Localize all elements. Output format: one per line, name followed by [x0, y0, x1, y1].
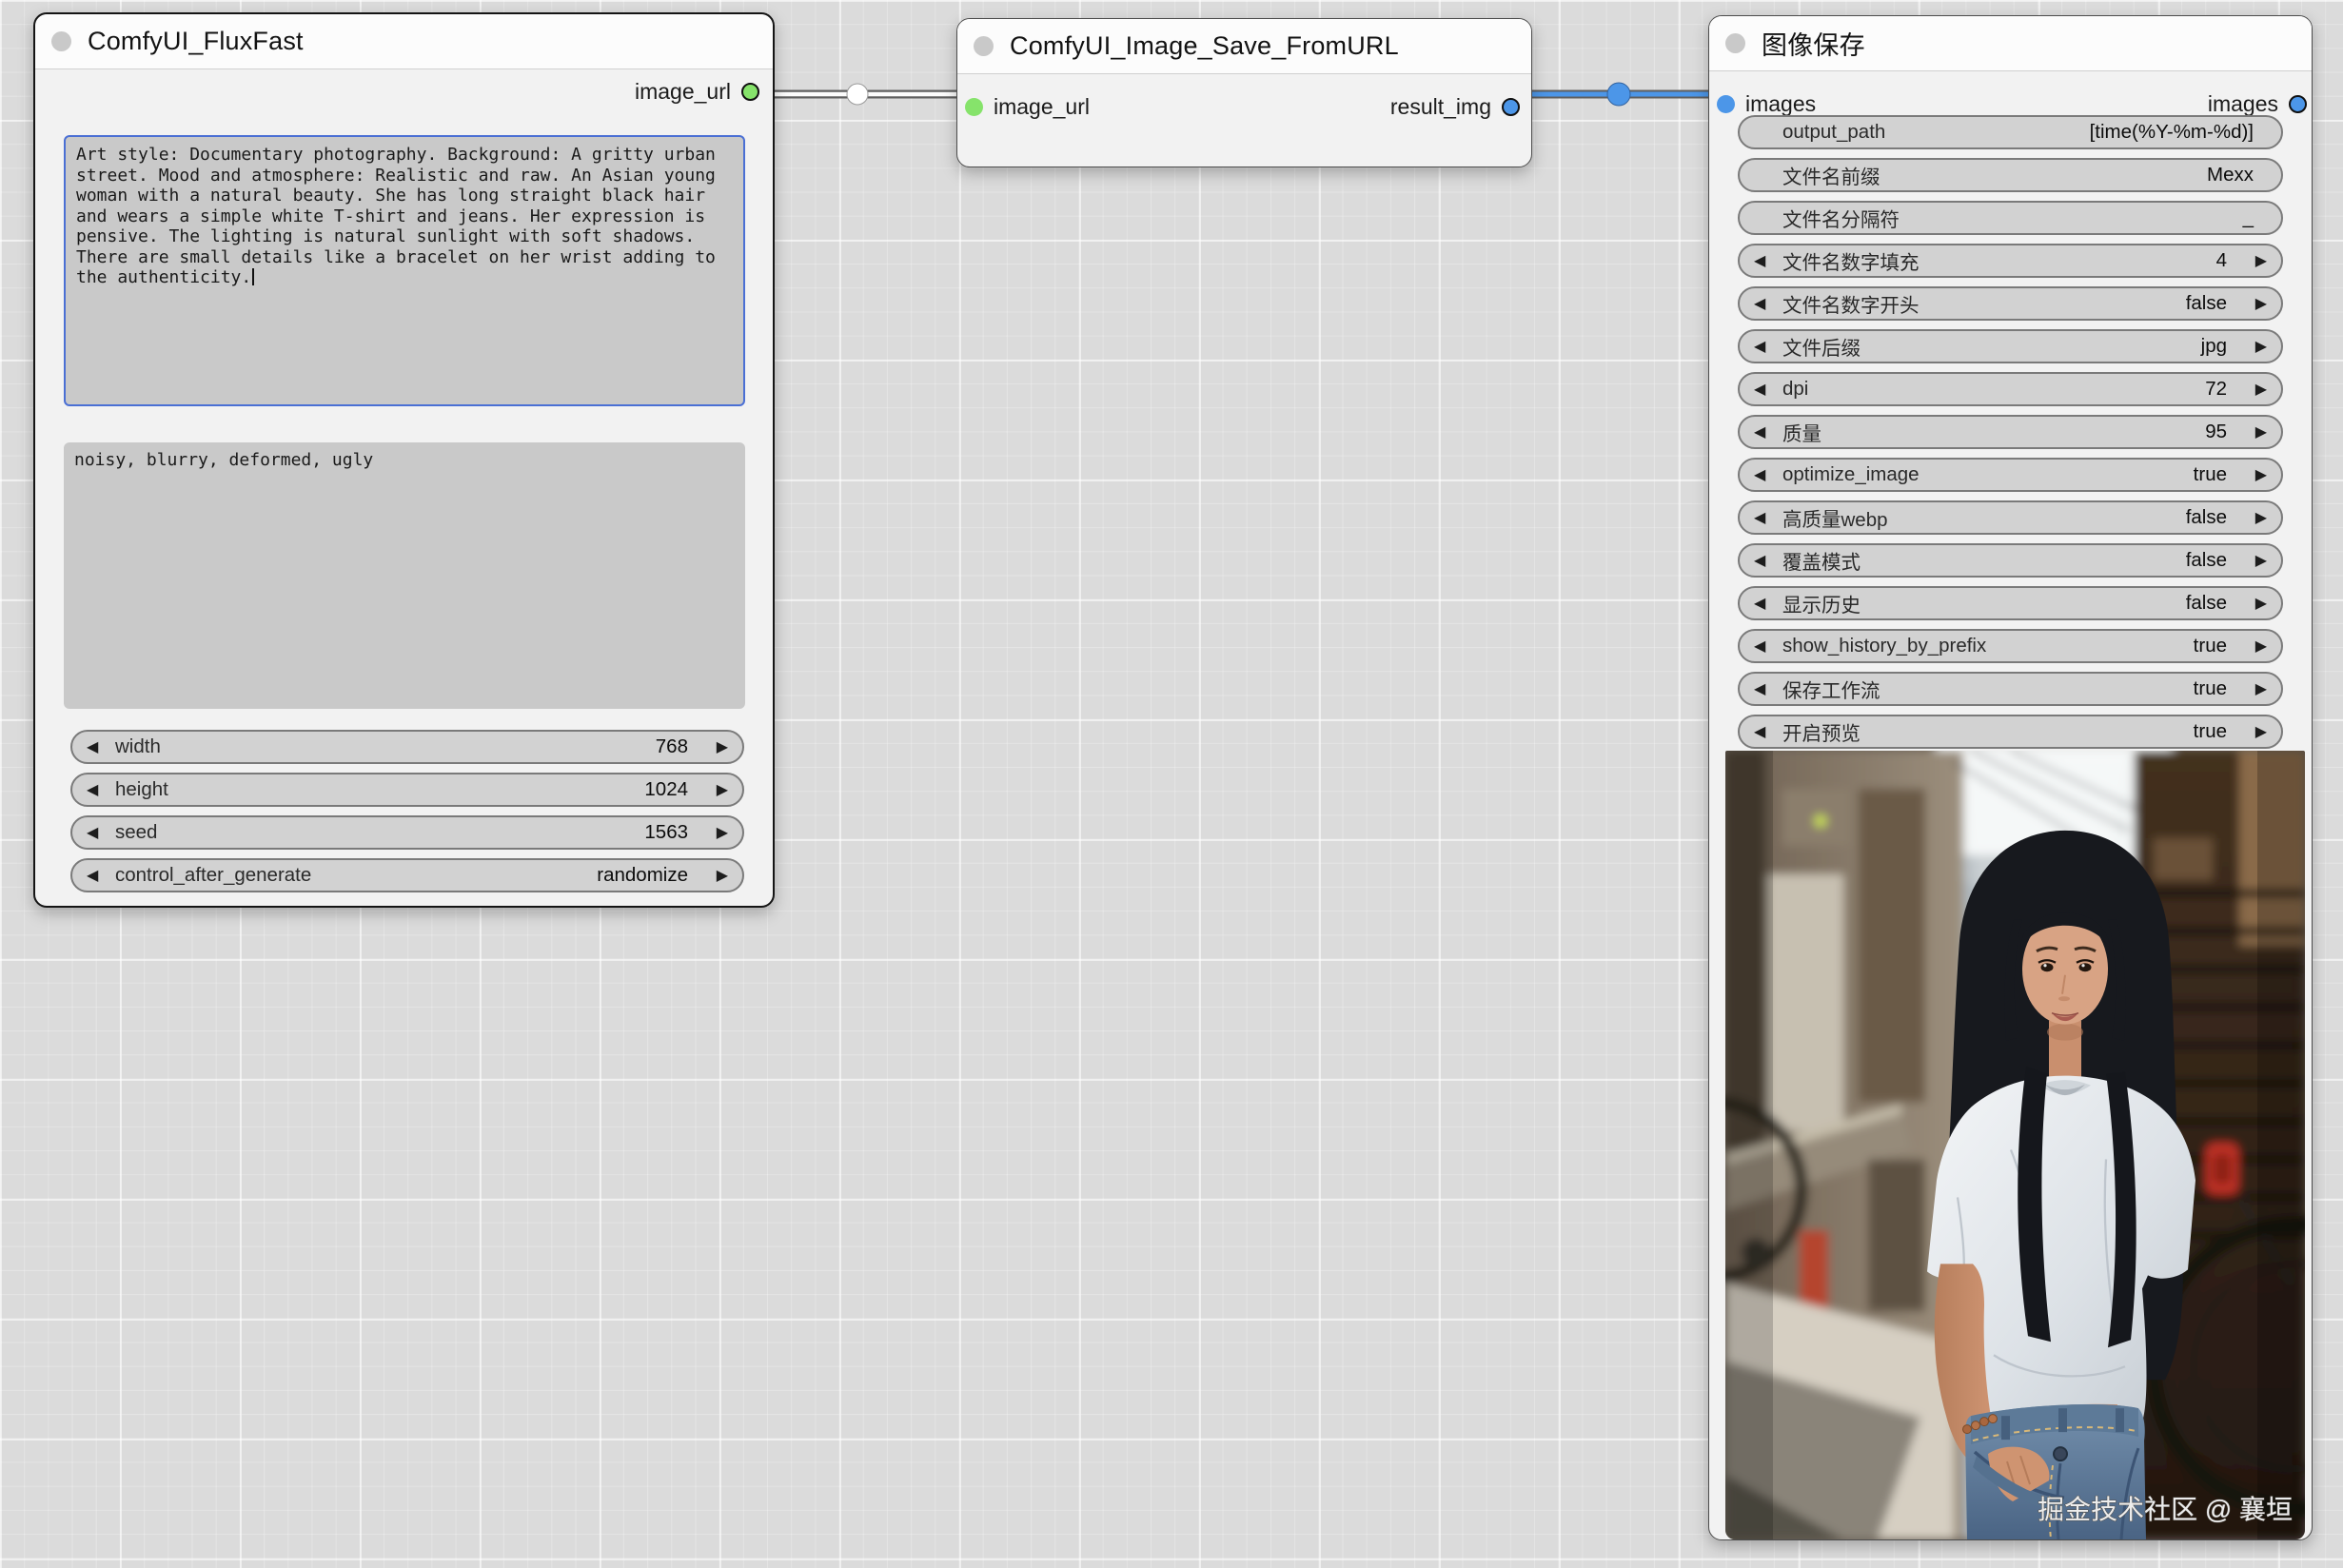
increment-arrow-icon[interactable]	[2238, 294, 2267, 313]
increment-arrow-icon[interactable]	[2238, 508, 2267, 527]
widget-enable-preview[interactable]: 开启预览 true	[1738, 715, 2283, 749]
widget-filename-number-start[interactable]: 文件名数字开头 false	[1738, 286, 2283, 321]
increment-arrow-icon[interactable]	[699, 737, 728, 756]
node-graph-canvas[interactable]: ComfyUI_FluxFast image_url Art style: Do…	[0, 0, 2343, 1568]
decrement-arrow-icon[interactable]	[87, 737, 115, 756]
widget-dpi[interactable]: dpi 72	[1738, 372, 2283, 406]
widget-seed[interactable]: seed 1563	[70, 815, 744, 850]
input-slot-label: image_url	[994, 94, 1090, 120]
widget-file-extension[interactable]: 文件后缀 jpg	[1738, 329, 2283, 363]
input-slot-image-url: image_url	[965, 94, 1090, 120]
decrement-arrow-icon[interactable]	[1754, 422, 1782, 441]
decrement-arrow-icon[interactable]	[1754, 594, 1782, 613]
input-slot-label: images	[1745, 91, 1816, 117]
collapse-dot-icon[interactable]	[51, 31, 71, 51]
decrement-arrow-icon[interactable]	[87, 866, 115, 885]
widget-overwrite-mode[interactable]: 覆盖模式 false	[1738, 543, 2283, 578]
node-image-save[interactable]: 图像保存 images images output_path [time(%Y-…	[1708, 15, 2313, 1540]
widget-output-path[interactable]: output_path [time(%Y-%m-%d)]	[1738, 115, 2283, 149]
decrement-arrow-icon[interactable]	[1754, 380, 1782, 399]
increment-arrow-icon[interactable]	[699, 866, 728, 885]
decrement-arrow-icon[interactable]	[1754, 294, 1782, 313]
preview-image: 掘金技术社区 @ 襄垣	[1725, 751, 2305, 1539]
input-port-image-url[interactable]	[965, 98, 983, 116]
output-slot-images: images	[2208, 91, 2307, 117]
decrement-arrow-icon[interactable]	[1754, 722, 1782, 741]
increment-arrow-icon[interactable]	[2238, 594, 2267, 613]
widget-show-history[interactable]: 显示历史 false	[1738, 586, 2283, 620]
decrement-arrow-icon[interactable]	[1754, 337, 1782, 356]
output-port-images[interactable]	[2289, 95, 2307, 113]
output-port-result-img[interactable]	[1502, 98, 1520, 116]
node-fluxfast[interactable]: ComfyUI_FluxFast image_url Art style: Do…	[33, 12, 775, 908]
widget-save-workflow[interactable]: 保存工作流 true	[1738, 672, 2283, 706]
widget-filename-delimiter[interactable]: 文件名分隔符 _	[1738, 201, 2283, 235]
text-cursor	[252, 268, 254, 285]
output-slot-image-url: image_url	[635, 79, 759, 105]
node-header[interactable]: ComfyUI_Image_Save_FromURL	[957, 19, 1531, 74]
increment-arrow-icon[interactable]	[699, 823, 728, 842]
widget-optimize-image[interactable]: optimize_image true	[1738, 458, 2283, 492]
positive-prompt-textarea[interactable]: Art style: Documentary photography. Back…	[64, 135, 745, 406]
node-title: ComfyUI_Image_Save_FromURL	[1010, 31, 1399, 61]
collapse-dot-icon[interactable]	[1725, 33, 1745, 53]
decrement-arrow-icon[interactable]	[1754, 465, 1782, 484]
widget-filename-prefix[interactable]: 文件名前缀 Mexx	[1738, 158, 2283, 192]
output-slot-result-img: result_img	[1390, 94, 1520, 120]
increment-arrow-icon[interactable]	[2238, 337, 2267, 356]
increment-arrow-icon[interactable]	[2238, 465, 2267, 484]
watermark-text: 掘金技术社区 @ 襄垣	[2038, 1495, 2293, 1524]
decrement-arrow-icon[interactable]	[1754, 251, 1782, 270]
collapse-dot-icon[interactable]	[974, 36, 994, 56]
negative-prompt-textarea[interactable]: noisy, blurry, deformed, ugly	[64, 442, 745, 709]
decrement-arrow-icon[interactable]	[87, 780, 115, 799]
widget-hq-webp[interactable]: 高质量webp false	[1738, 500, 2283, 535]
wire-midpoint-dot-white[interactable]	[847, 84, 868, 105]
decrement-arrow-icon[interactable]	[1754, 508, 1782, 527]
output-slot-label: result_img	[1390, 94, 1491, 120]
increment-arrow-icon[interactable]	[699, 780, 728, 799]
widget-show-history-by-prefix[interactable]: show_history_by_prefix true	[1738, 629, 2283, 663]
output-port-image-url[interactable]	[741, 83, 759, 101]
increment-arrow-icon[interactable]	[2238, 251, 2267, 270]
output-slot-label: image_url	[635, 79, 731, 105]
widget-height[interactable]: height 1024	[70, 773, 744, 807]
fluxfast-widgets: width 768 height 1024 seed 1563 control_…	[70, 730, 744, 892]
input-slot-images: images	[1717, 91, 1816, 117]
node-fluxfast-header[interactable]: ComfyUI_FluxFast	[35, 14, 773, 69]
output-slot-label: images	[2208, 91, 2278, 117]
preview-illustration: 掘金技术社区 @ 襄垣	[1725, 751, 2305, 1539]
increment-arrow-icon[interactable]	[2238, 422, 2267, 441]
image-save-widgets: output_path [time(%Y-%m-%d)] 文件名前缀 Mexx …	[1738, 115, 2283, 749]
decrement-arrow-icon[interactable]	[1754, 679, 1782, 698]
positive-prompt-text: Art style: Documentary photography. Back…	[76, 145, 726, 287]
decrement-arrow-icon[interactable]	[1754, 637, 1782, 656]
wire-midpoint-dot-blue[interactable]	[1607, 83, 1630, 106]
increment-arrow-icon[interactable]	[2238, 551, 2267, 570]
negative-prompt-text: noisy, blurry, deformed, ugly	[74, 450, 373, 470]
increment-arrow-icon[interactable]	[2238, 380, 2267, 399]
widget-width[interactable]: width 768	[70, 730, 744, 764]
increment-arrow-icon[interactable]	[2238, 637, 2267, 656]
widget-filename-number-padding[interactable]: 文件名数字填充 4	[1738, 244, 2283, 278]
decrement-arrow-icon[interactable]	[87, 823, 115, 842]
node-title: 图像保存	[1762, 25, 1865, 62]
node-title: ComfyUI_FluxFast	[88, 27, 304, 56]
node-header[interactable]: 图像保存	[1709, 16, 2312, 71]
decrement-arrow-icon[interactable]	[1754, 551, 1782, 570]
increment-arrow-icon[interactable]	[2238, 722, 2267, 741]
input-port-images[interactable]	[1717, 95, 1735, 113]
widget-quality[interactable]: 质量 95	[1738, 415, 2283, 449]
increment-arrow-icon[interactable]	[2238, 679, 2267, 698]
widget-control-after-generate[interactable]: control_after_generate randomize	[70, 858, 744, 892]
node-image-save-fromurl[interactable]: ComfyUI_Image_Save_FromURL image_url res…	[956, 18, 1532, 167]
